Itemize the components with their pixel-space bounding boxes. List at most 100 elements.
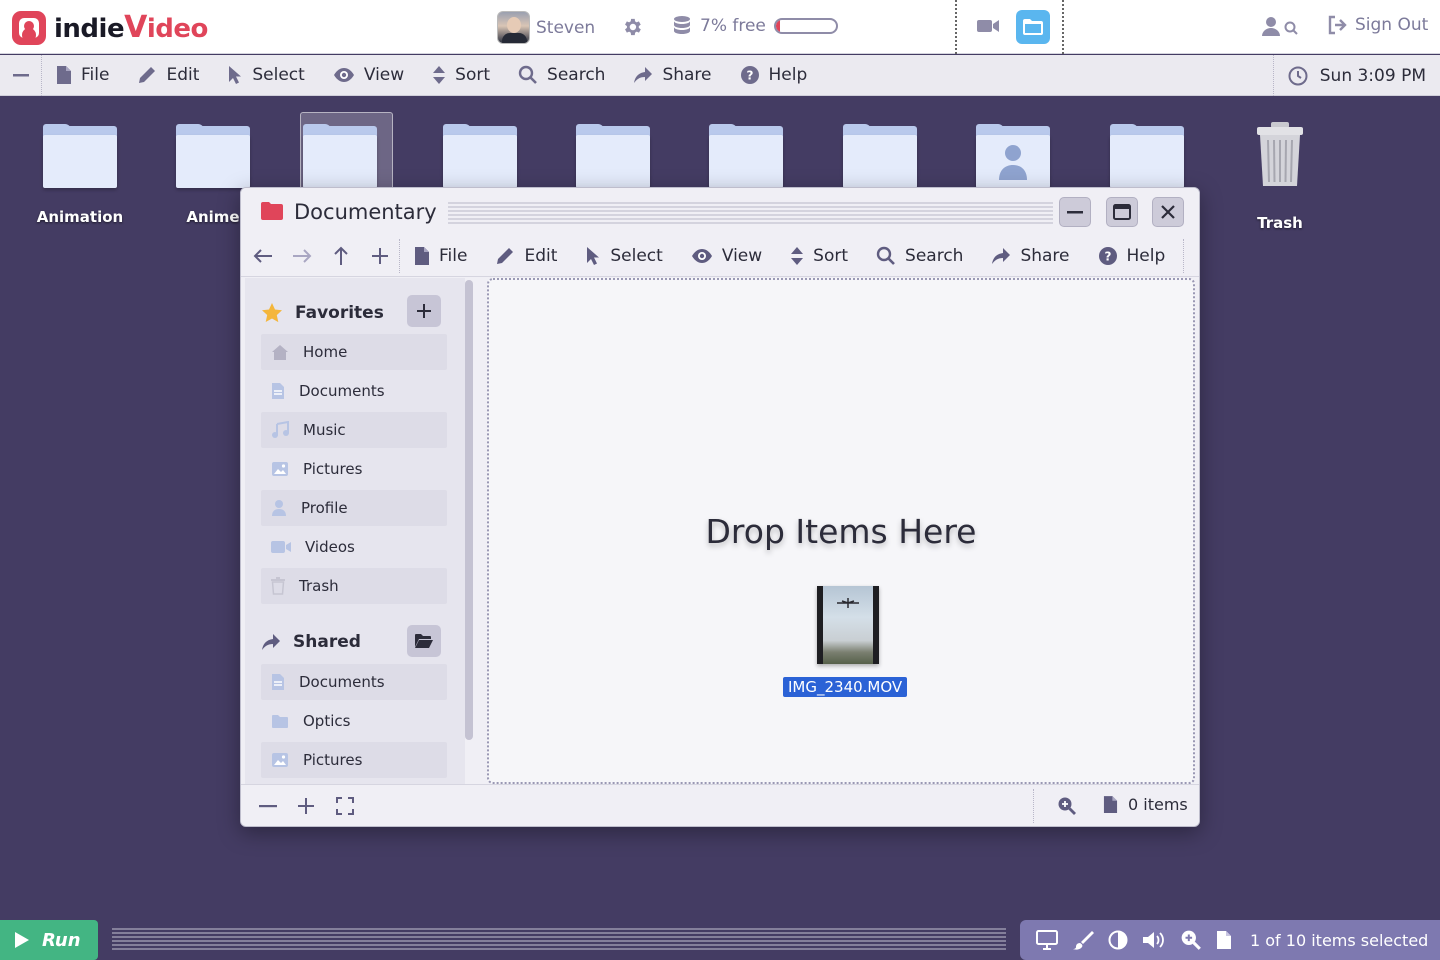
sidebar-scrollbar[interactable]: [465, 280, 473, 740]
menu-help[interactable]: ? Help: [740, 55, 808, 96]
drop-zone[interactable]: Drop Items Here IMG_2340.MOV: [487, 278, 1195, 784]
run-button[interactable]: Run: [0, 920, 98, 960]
collapse-menu-button[interactable]: [0, 54, 42, 96]
music-icon: [272, 421, 289, 438]
sidebar-item-shared-documents[interactable]: Documents: [261, 664, 447, 700]
window-menu-select[interactable]: Select: [585, 246, 663, 266]
dragged-file-name[interactable]: IMG_2340.MOV: [783, 677, 908, 697]
window-menu-view[interactable]: View: [691, 246, 762, 266]
dragged-file-thumbnail[interactable]: [817, 586, 879, 664]
window-menu-edit[interactable]: Edit: [495, 246, 557, 266]
eye-icon: [691, 248, 712, 263]
sidebar-item-optics[interactable]: Optics: [261, 703, 447, 739]
up-button[interactable]: [321, 235, 360, 277]
menu-sort[interactable]: Sort: [432, 55, 490, 96]
sidebar-item-videos[interactable]: Videos: [261, 529, 447, 565]
zoom-in-icon[interactable]: [1180, 929, 1202, 951]
sidebar-item-profile[interactable]: Profile: [261, 490, 447, 526]
menu-sort-label: Sort: [455, 65, 491, 85]
sign-out-icon: [1328, 15, 1347, 35]
window-menu-search[interactable]: Search: [876, 246, 963, 266]
sidebar-item-home[interactable]: Home: [261, 334, 447, 370]
menu-select[interactable]: Select: [227, 55, 305, 96]
desktop-folder[interactable]: [826, 114, 934, 188]
minimize-button[interactable]: [1059, 197, 1091, 227]
menu-file[interactable]: File: [56, 55, 109, 96]
menu-search-label: Search: [547, 65, 606, 85]
minus-icon: [1067, 210, 1083, 213]
sidebar-item-label: Pictures: [303, 460, 363, 478]
window-menu-share[interactable]: Share: [991, 246, 1070, 266]
menu-share[interactable]: Share: [633, 55, 712, 96]
menu-search[interactable]: Search: [518, 55, 605, 96]
desktop-folder[interactable]: [692, 114, 800, 188]
menu-file-label: File: [81, 65, 110, 85]
sort-icon: [791, 246, 804, 265]
help-icon: ?: [740, 66, 759, 84]
favorites-title: Favorites: [295, 302, 384, 323]
sidebar-item-pictures[interactable]: Pictures: [261, 451, 447, 487]
desktop-folder[interactable]: [1093, 114, 1201, 188]
sidebar-item-trash[interactable]: Trash: [261, 568, 447, 604]
monitor-icon[interactable]: [1036, 930, 1058, 950]
desktop-folder[interactable]: [559, 114, 667, 188]
share-icon: [634, 67, 653, 83]
window-menu-file[interactable]: File: [414, 246, 467, 266]
menu-help-label: Help: [768, 65, 808, 85]
sidebar-item-label: Home: [303, 343, 348, 361]
favorites-heading: Favorites: [261, 302, 384, 323]
user-search-icon[interactable]: [1262, 16, 1300, 38]
files-app-button[interactable]: [1016, 10, 1050, 44]
desktop-folder-selected[interactable]: [286, 112, 394, 192]
storage-indicator[interactable]: 7% free: [672, 15, 838, 37]
volume-icon[interactable]: [1142, 930, 1166, 950]
play-icon: [15, 932, 29, 948]
contrast-icon[interactable]: [1108, 930, 1128, 950]
sidebar-item-music[interactable]: Music: [261, 412, 447, 448]
zoom-out-button[interactable]: [256, 795, 280, 817]
sidebar-item-shared-pictures[interactable]: Pictures: [261, 742, 447, 778]
selection-status: 1 of 10 items selected: [1250, 930, 1429, 950]
new-folder-button[interactable]: [360, 235, 399, 277]
desktop-trash[interactable]: Trash: [1226, 114, 1334, 232]
maximize-button[interactable]: [1106, 197, 1138, 227]
sidebar-item-label: Videos: [305, 538, 355, 556]
divider: [1033, 789, 1034, 823]
zoom-button[interactable]: [1055, 795, 1079, 817]
user-menu[interactable]: Steven: [497, 11, 595, 44]
window-menu-help[interactable]: ? Help: [1098, 246, 1165, 266]
expand-icon: [336, 797, 354, 815]
folder-icon: [272, 714, 288, 728]
menu-edit[interactable]: Edit: [137, 55, 199, 96]
zoom-in-button[interactable]: [294, 795, 318, 817]
folder-icon: [841, 114, 919, 188]
clock[interactable]: Sun 3:09 PM: [1272, 55, 1440, 96]
video-camera-icon[interactable]: [976, 15, 1000, 37]
open-shared-button[interactable]: [407, 625, 441, 657]
minus-icon: [12, 74, 29, 77]
sign-out-button[interactable]: Sign Out: [1327, 15, 1428, 35]
desktop-folder[interactable]: Animation: [26, 114, 134, 226]
window-titlebar[interactable]: Documentary: [241, 188, 1199, 235]
desktop-folder[interactable]: [426, 114, 534, 188]
window-menu-sort[interactable]: Sort: [790, 246, 848, 266]
zoom-in-icon: [1058, 797, 1076, 815]
close-button[interactable]: [1152, 197, 1184, 227]
divider: [955, 0, 957, 54]
forward-button[interactable]: [282, 235, 321, 277]
file-icon: [1217, 931, 1231, 949]
menu-view[interactable]: View: [333, 55, 404, 96]
brush-icon[interactable]: [1072, 930, 1094, 950]
sidebar-item-documents[interactable]: Documents: [261, 373, 447, 409]
video-icon: [271, 541, 291, 553]
desktop-user-folder[interactable]: [959, 114, 1067, 188]
menu-share-label: Share: [662, 65, 712, 85]
add-favorite-button[interactable]: [407, 295, 441, 327]
folder-icon: [1108, 114, 1186, 188]
cursor-icon: [229, 66, 242, 84]
eye-icon: [333, 68, 354, 82]
plus-icon: [417, 304, 431, 318]
gear-icon[interactable]: [621, 16, 643, 38]
fullscreen-button[interactable]: [333, 795, 357, 817]
back-button[interactable]: [243, 235, 282, 277]
